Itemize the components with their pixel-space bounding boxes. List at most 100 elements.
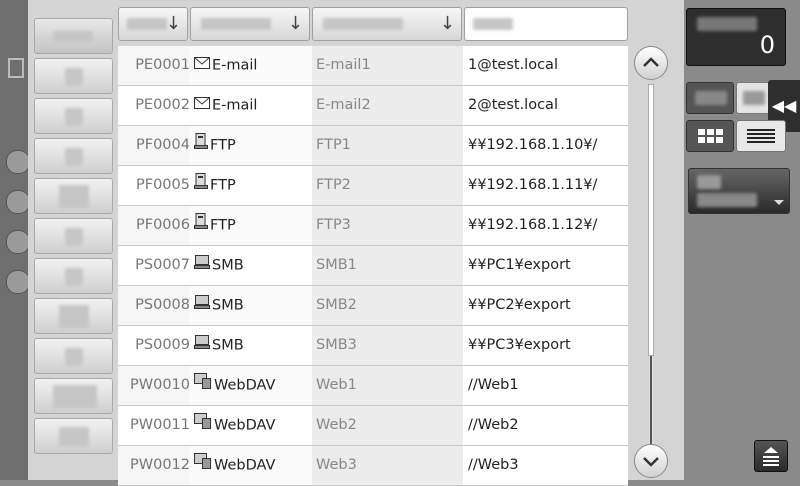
destination-type-label: WebDAV [214, 457, 276, 474]
destination-address: ¥¥PC1¥export [463, 246, 628, 285]
destination-address: ¥¥PC2¥export [463, 286, 628, 325]
background-icon [8, 58, 24, 78]
destination-type: FTP [190, 166, 312, 205]
registration-number: PW0011 [130, 417, 190, 433]
menu-button[interactable] [754, 440, 788, 472]
mail-icon [194, 86, 210, 125]
destination-type: WebDAV [190, 446, 312, 485]
destination-name: FTP3 [312, 206, 463, 245]
registration-number: PW0010 [130, 377, 190, 393]
destination-name: SMB1 [312, 246, 463, 285]
destination-name: Web3 [312, 446, 463, 485]
background-knob [6, 230, 30, 254]
menu-up-icon [763, 447, 779, 466]
index-tab[interactable] [34, 378, 113, 414]
destination-type-label: SMB [212, 257, 244, 274]
registration-number: PF0006 [136, 217, 190, 233]
scroll-track-remaining [650, 356, 652, 444]
index-tab[interactable] [34, 338, 113, 374]
destination-type-label: FTP [210, 217, 236, 234]
registration-number: PE0002 [135, 97, 190, 113]
list-view-button[interactable] [736, 120, 786, 152]
destination-type: E-mail [190, 86, 312, 125]
registration-number: PS0007 [135, 257, 190, 273]
destination-type-label: WebDAV [214, 377, 276, 394]
destination-address: //Web2 [463, 406, 628, 445]
destination-name: SMB3 [312, 326, 463, 365]
destination-type: SMB [190, 326, 312, 365]
selected-count: 0 [759, 31, 775, 59]
index-tab[interactable] [34, 178, 113, 214]
thumbnail-view-button[interactable] [686, 120, 734, 152]
destination-type-label: SMB [212, 297, 244, 314]
destination-type-label: FTP [210, 137, 236, 154]
table-row[interactable]: PS0007 SMB SMB1 ¥¥PC1¥export [118, 246, 628, 286]
ftp-server-icon [194, 166, 208, 205]
sort-arrow-icon: ↓ [165, 13, 181, 34]
list-view-icon [747, 129, 775, 143]
sort-number-button[interactable]: ↓ [118, 7, 188, 41]
destination-address: ¥¥192.168.1.12¥/ [463, 206, 628, 245]
registration-number: PS0009 [135, 337, 190, 353]
registration-number: PS0008 [135, 297, 190, 313]
index-tab[interactable] [34, 418, 113, 454]
webdav-icon [194, 406, 212, 445]
sort-arrow-icon: ↓ [439, 13, 455, 34]
table-row[interactable]: PW0012 WebDAV Web3 //Web3 [118, 446, 628, 486]
scroll-up-button[interactable] [634, 46, 668, 80]
table-row[interactable]: PF0004 FTP FTP1 ¥¥192.168.1.10¥/ [118, 126, 628, 166]
index-tab[interactable] [34, 258, 113, 294]
table-row[interactable]: PS0009 SMB SMB3 ¥¥PC3¥export [118, 326, 628, 366]
table-row[interactable]: PF0005 FTP FTP2 ¥¥192.168.1.11¥/ [118, 166, 628, 206]
destination-type: SMB [190, 286, 312, 325]
table-row[interactable]: PS0008 SMB SMB2 ¥¥PC2¥export [118, 286, 628, 326]
selected-count-display: 0 [686, 8, 786, 66]
sort-type-button[interactable]: ↓ [190, 7, 310, 41]
destination-type: WebDAV [190, 366, 312, 405]
mode-button-selected[interactable] [736, 82, 770, 114]
pc-icon [194, 246, 210, 285]
scroll-down-button[interactable] [634, 444, 668, 478]
destination-header [464, 7, 628, 41]
destination-type-label: SMB [212, 337, 244, 354]
registration-number: PW0012 [130, 457, 190, 473]
destination-name: FTP1 [312, 126, 463, 165]
index-tab[interactable] [34, 18, 113, 54]
destination-type: FTP [190, 206, 312, 245]
dropdown-select[interactable] [688, 168, 790, 214]
index-tab[interactable] [34, 138, 113, 174]
mode-button[interactable] [686, 82, 734, 114]
destination-name: SMB2 [312, 286, 463, 325]
table-row[interactable]: PW0011 WebDAV Web2 //Web2 [118, 406, 628, 446]
destination-name: Web1 [312, 366, 463, 405]
table-row[interactable]: PE0001 E-mail E-mail1 1@test.local [118, 46, 628, 86]
destination-name: FTP2 [312, 166, 463, 205]
destination-type: E-mail [190, 46, 312, 85]
pc-icon [194, 286, 210, 325]
table-row[interactable]: PE0002 E-mail E-mail2 2@test.local [118, 86, 628, 126]
destination-address: 1@test.local [463, 46, 628, 85]
table-row[interactable]: PW0010 WebDAV Web1 //Web1 [118, 366, 628, 406]
index-tab[interactable] [34, 298, 113, 334]
address-table: PE0001 E-mail E-mail1 1@test.local PE000… [118, 46, 628, 486]
index-tab[interactable] [34, 218, 113, 254]
webdav-icon [194, 446, 212, 485]
registration-number: PF0005 [136, 177, 190, 193]
mail-icon [194, 46, 210, 85]
sort-name-button[interactable]: ↓ [312, 7, 462, 41]
double-chevron-left-icon: ◀◀ [771, 96, 797, 115]
scroll-thumb[interactable] [648, 84, 654, 356]
destination-name: E-mail1 [312, 46, 463, 85]
destination-type: WebDAV [190, 406, 312, 445]
ftp-server-icon [194, 206, 208, 245]
destination-name: E-mail2 [312, 86, 463, 125]
destination-type: SMB [190, 246, 312, 285]
index-tab[interactable] [34, 58, 113, 94]
webdav-icon [194, 366, 212, 405]
destination-address: //Web3 [463, 446, 628, 485]
table-row[interactable]: PF0006 FTP FTP3 ¥¥192.168.1.12¥/ [118, 206, 628, 246]
index-tab[interactable] [34, 98, 113, 134]
destination-type: FTP [190, 126, 312, 165]
destination-address: ¥¥192.168.1.10¥/ [463, 126, 628, 165]
destination-address: ¥¥PC3¥export [463, 326, 628, 365]
